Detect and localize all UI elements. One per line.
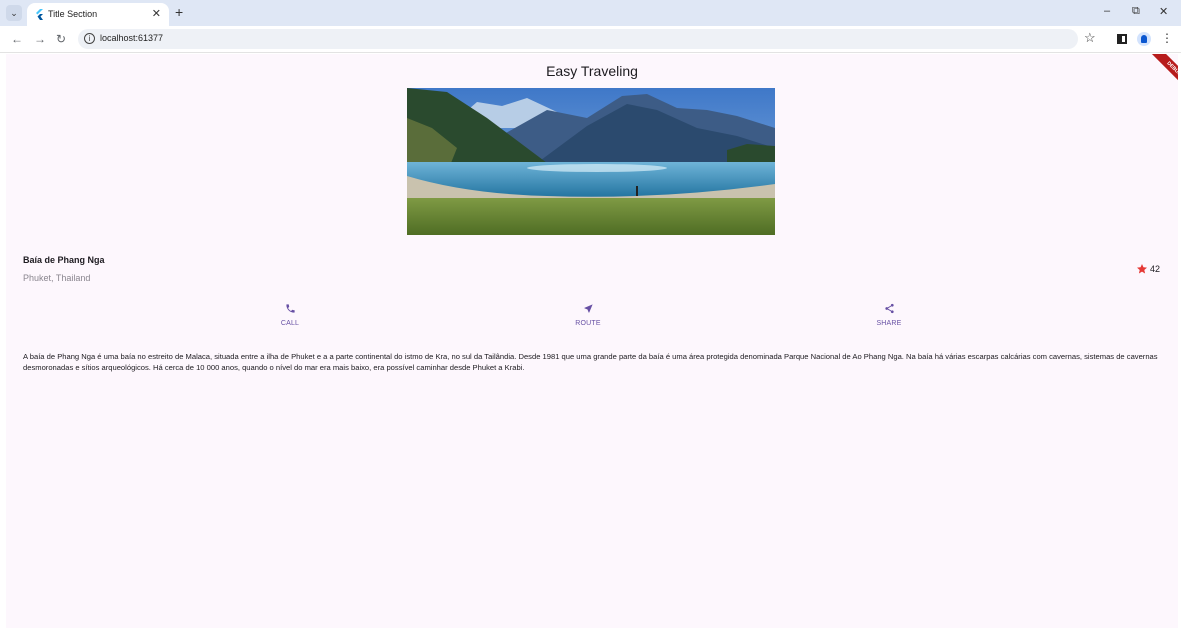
back-button[interactable]: ← — [11, 32, 23, 46]
share-icon — [884, 303, 894, 314]
app-bar-title: Easy Traveling — [546, 63, 638, 79]
navigation-icon — [583, 304, 593, 313]
address-bar[interactable]: i localhost:61377 — [78, 29, 1078, 49]
call-button[interactable]: CALL — [260, 303, 320, 327]
reload-button[interactable]: ↻ — [56, 32, 66, 46]
tab-search-button[interactable]: ⌄ — [6, 5, 22, 21]
profile-avatar[interactable] — [1137, 32, 1151, 46]
tab-close-icon[interactable]: ✕ — [152, 7, 161, 20]
url-text[interactable]: localhost:61377 — [100, 33, 163, 43]
forward-button[interactable]: → — [34, 32, 46, 46]
browser-tab[interactable]: Title Section ✕ — [27, 3, 169, 26]
close-window-button[interactable]: ✕ — [1159, 5, 1168, 18]
route-label: ROUTE — [575, 320, 601, 327]
new-tab-button[interactable]: + — [175, 4, 183, 20]
call-label: CALL — [280, 320, 300, 327]
restore-button[interactable]: ⧉ — [1132, 5, 1140, 18]
share-label: SHARE — [876, 320, 902, 327]
favorite-count: 42 — [1150, 264, 1161, 274]
star-icon[interactable] — [1136, 263, 1148, 275]
app-viewport: DEBUG Easy Traveling Baía de Phang Nga P… — [6, 54, 1178, 628]
tab-title: Title Section — [48, 9, 98, 19]
browser-tab-bar: ⌄ Title Section ✕ + – ⧉ ✕ — [0, 0, 1181, 26]
place-name: Baía de Phang Nga — [23, 255, 105, 265]
browser-menu-icon[interactable]: ⋮ — [1161, 31, 1173, 45]
side-panel-icon[interactable] — [1117, 34, 1127, 44]
bookmark-star-icon[interactable]: ☆ — [1084, 30, 1096, 46]
flutter-icon — [36, 9, 43, 20]
lake-image — [407, 88, 775, 235]
place-description: A baía de Phang Nga é uma baía no estrei… — [23, 352, 1158, 372]
browser-toolbar: ← → ↻ i localhost:61377 ☆ ⋮ — [0, 26, 1181, 53]
site-info-icon[interactable]: i — [84, 33, 95, 44]
phone-icon — [285, 304, 295, 313]
place-location: Phuket, Thailand — [23, 273, 91, 283]
minimize-button[interactable]: – — [1104, 5, 1110, 17]
route-button[interactable]: ROUTE — [558, 303, 618, 327]
share-button[interactable]: SHARE — [859, 303, 919, 327]
